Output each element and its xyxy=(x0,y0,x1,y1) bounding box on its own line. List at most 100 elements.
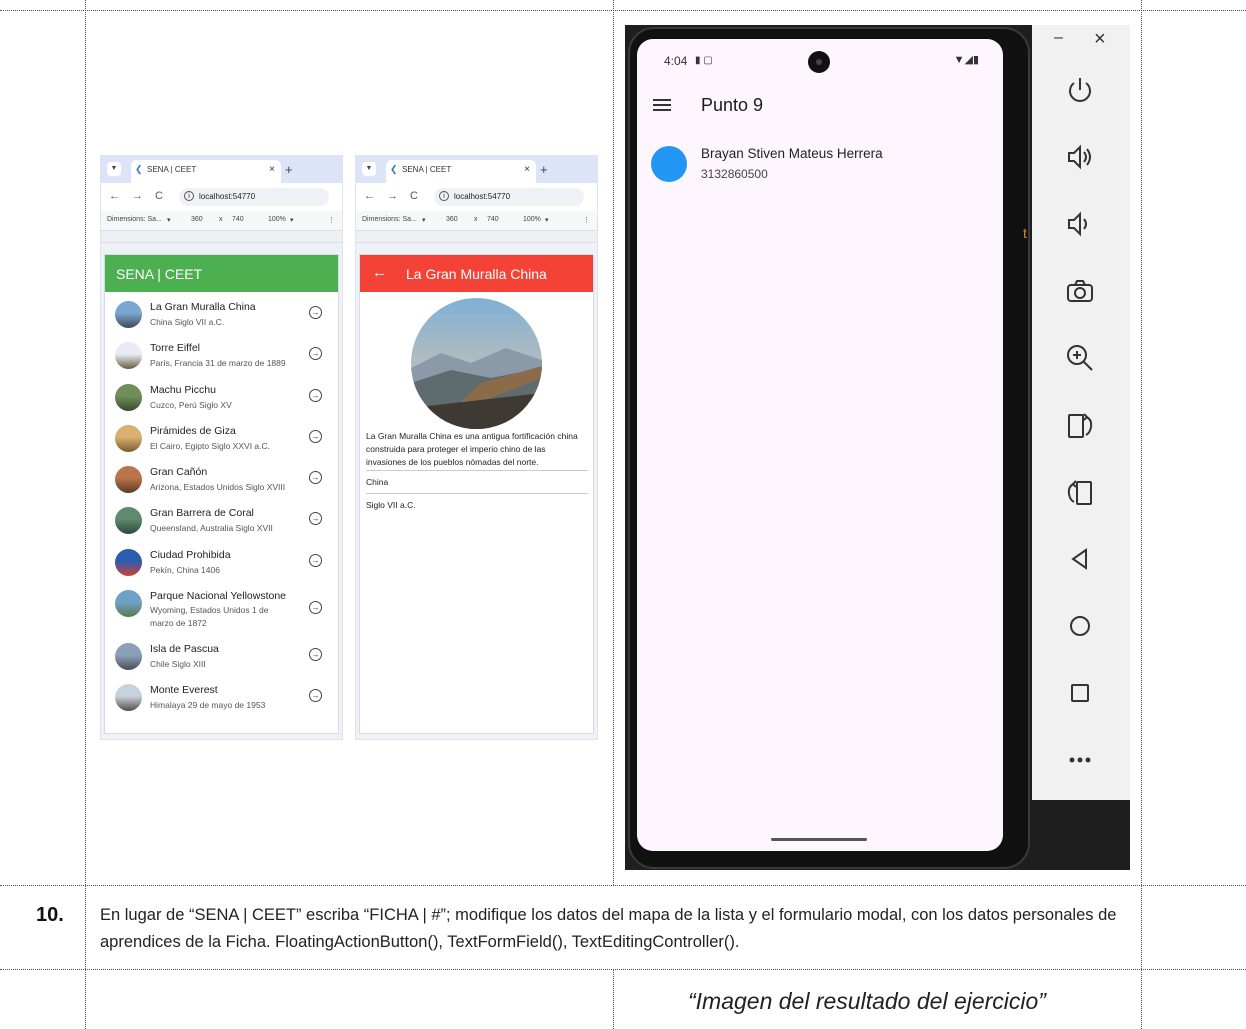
status-time: 4:04 xyxy=(664,54,688,68)
nav-buttons[interactable]: ←→C xyxy=(364,190,430,202)
detail-country: China xyxy=(366,477,389,487)
browser-window-list: ▼ ❮ SENA | CEET × + ←→C i localhost:5477… xyxy=(100,155,343,740)
back-arrow-icon[interactable]: ← xyxy=(372,264,387,281)
contact-phone: 3132860500 xyxy=(701,167,768,181)
table-border xyxy=(0,10,1246,11)
more-options-icon[interactable] xyxy=(1062,742,1098,778)
table-border xyxy=(1141,0,1142,1029)
camera-cutout xyxy=(808,51,830,73)
url-field[interactable]: i localhost:54770 xyxy=(434,188,584,206)
arrow-forward-icon[interactable]: → xyxy=(309,689,322,703)
dimensions-select[interactable]: Dimensions: Sa... xyxy=(362,216,417,223)
list-item-subtitle: Pekín, China 1406 xyxy=(150,564,220,575)
height-field[interactable]: 740 xyxy=(232,216,244,223)
tab-search-icon[interactable]: ▼ xyxy=(362,162,376,176)
arrow-forward-icon[interactable]: → xyxy=(309,306,322,319)
ruler xyxy=(356,231,597,243)
zoom-select[interactable]: 100% xyxy=(268,216,286,223)
emulator-bottom xyxy=(1032,800,1130,870)
volume-up-icon[interactable] xyxy=(1062,139,1098,175)
home-indicator[interactable] xyxy=(771,838,867,841)
new-tab-icon[interactable]: + xyxy=(285,162,293,177)
table-border xyxy=(0,969,1246,970)
place-thumbnail xyxy=(115,590,142,618)
chevron-down-icon: ▾ xyxy=(422,217,426,224)
app-bar: ← La Gran Muralla China xyxy=(360,255,593,292)
table-border xyxy=(613,969,614,1029)
list-item[interactable]: Monte Everest Himalaya 29 de mayo de 1953… xyxy=(105,675,338,716)
list-item[interactable]: Isla de Pascua Chile Siglo XIII → xyxy=(105,634,338,675)
list-item[interactable]: La Gran Muralla China China Siglo VII a.C… xyxy=(105,292,338,333)
table-border xyxy=(0,885,1246,886)
list-item[interactable]: Parque Nacional Yellowstone Wyoming, Esta… xyxy=(105,581,338,634)
volume-down-icon[interactable] xyxy=(1062,206,1098,242)
height-field[interactable]: 740 xyxy=(487,216,499,223)
list-item-title: Gran Cañón xyxy=(150,466,208,479)
result-caption: “Imagen del resultado del ejercicio” xyxy=(688,988,1046,1014)
browser-tab[interactable]: ❮ SENA | CEET × xyxy=(131,160,281,183)
device-toolbar: Dimensions: Sa... ▾ 360 x 740 100% ▾ ⋮ xyxy=(356,211,597,231)
contact-name[interactable]: Brayan Stiven Mateus Herrera xyxy=(701,146,883,161)
chevron-down-icon: ▾ xyxy=(545,217,549,224)
list-item[interactable]: Gran Barrera de Coral Queensland, Austral… xyxy=(105,498,338,539)
menu-icon[interactable] xyxy=(653,99,671,114)
tab-search-icon[interactable]: ▼ xyxy=(107,162,121,176)
list-item-title: Torre Eiffel xyxy=(150,342,200,355)
arrow-forward-icon[interactable]: → xyxy=(309,553,322,567)
flutter-icon: ❮ xyxy=(390,164,398,174)
arrow-forward-icon[interactable]: → xyxy=(309,601,322,615)
place-thumbnail xyxy=(115,342,142,370)
list-item-subtitle: Arizona, Estados Unidos Siglo XVIII xyxy=(150,482,286,493)
arrow-forward-icon[interactable]: → xyxy=(309,648,322,662)
list-item-title: Pirámides de Giza xyxy=(150,424,236,437)
camera-icon[interactable] xyxy=(1062,273,1098,309)
list-item-title: Gran Barrera de Coral xyxy=(150,507,254,520)
list-item[interactable]: Ciudad Prohibida Pekín, China 1406 → xyxy=(105,540,338,581)
arrow-forward-icon[interactable]: → xyxy=(309,512,322,526)
list-item[interactable]: Machu Picchu Cuzco, Perú Siglo XV → xyxy=(105,375,338,416)
back-icon[interactable] xyxy=(1062,541,1098,577)
new-tab-icon[interactable]: + xyxy=(540,162,548,177)
rotate-right-icon[interactable] xyxy=(1062,407,1098,443)
zoom-select[interactable]: 100% xyxy=(523,216,541,223)
chevron-down-icon: ▾ xyxy=(167,217,171,224)
exercise-instruction: En lugar de “SENA | CEET” escriba “FICHA… xyxy=(100,906,1117,951)
app-viewport: SENA | CEET La Gran Muralla China China S… xyxy=(104,254,339,734)
close-button[interactable]: × xyxy=(1094,28,1106,51)
list-item[interactable]: Torre Eiffel París, Francia 31 de marzo d… xyxy=(105,333,338,374)
window-edge-mark: t xyxy=(1023,225,1027,241)
more-icon[interactable]: ⋮ xyxy=(583,216,590,224)
more-icon[interactable]: ⋮ xyxy=(328,216,335,224)
address-bar: ←→C i localhost:54770 xyxy=(356,183,597,211)
nav-buttons[interactable]: ←→C xyxy=(109,190,175,202)
width-field[interactable]: 360 xyxy=(446,216,458,223)
arrow-forward-icon[interactable]: → xyxy=(309,347,322,361)
close-tab-icon[interactable]: × xyxy=(269,164,275,175)
arrow-forward-icon[interactable]: → xyxy=(309,471,322,485)
arrow-forward-icon[interactable]: → xyxy=(309,388,322,402)
place-thumbnail xyxy=(115,548,142,576)
browser-tab[interactable]: ❮ SENA | CEET × xyxy=(386,160,536,183)
list-item-title: Isla de Pascua xyxy=(150,643,219,656)
place-thumbnail xyxy=(115,424,142,452)
minimize-button[interactable]: – xyxy=(1054,29,1063,47)
places-list: La Gran Muralla China China Siglo VII a.C… xyxy=(105,292,338,717)
list-item[interactable]: Pirámides de Giza El Cairo, Egipto Siglo … xyxy=(105,416,338,457)
rotate-left-icon[interactable] xyxy=(1062,474,1098,510)
home-icon[interactable] xyxy=(1062,608,1098,644)
url-field[interactable]: i localhost:54770 xyxy=(179,188,329,206)
place-thumbnail xyxy=(115,383,142,411)
power-icon[interactable] xyxy=(1062,72,1098,108)
zoom-in-icon[interactable] xyxy=(1062,340,1098,376)
dimensions-select[interactable]: Dimensions: Sa... xyxy=(107,216,162,223)
place-thumbnail xyxy=(115,643,142,671)
phone-screen: 4:04 ▮ ▢ ▼◢▮ Punto 9 Brayan Stiven Mateu… xyxy=(637,39,1003,851)
overview-icon[interactable] xyxy=(1062,675,1098,711)
divider xyxy=(366,493,588,494)
width-field[interactable]: 360 xyxy=(191,216,203,223)
close-tab-icon[interactable]: × xyxy=(524,164,530,175)
arrow-forward-icon[interactable]: → xyxy=(309,429,322,443)
info-icon: i xyxy=(439,191,449,201)
list-item-subtitle: París, Francia 31 de marzo de 1889 xyxy=(150,358,286,369)
list-item[interactable]: Gran Cañón Arizona, Estados Unidos Siglo … xyxy=(105,457,338,498)
